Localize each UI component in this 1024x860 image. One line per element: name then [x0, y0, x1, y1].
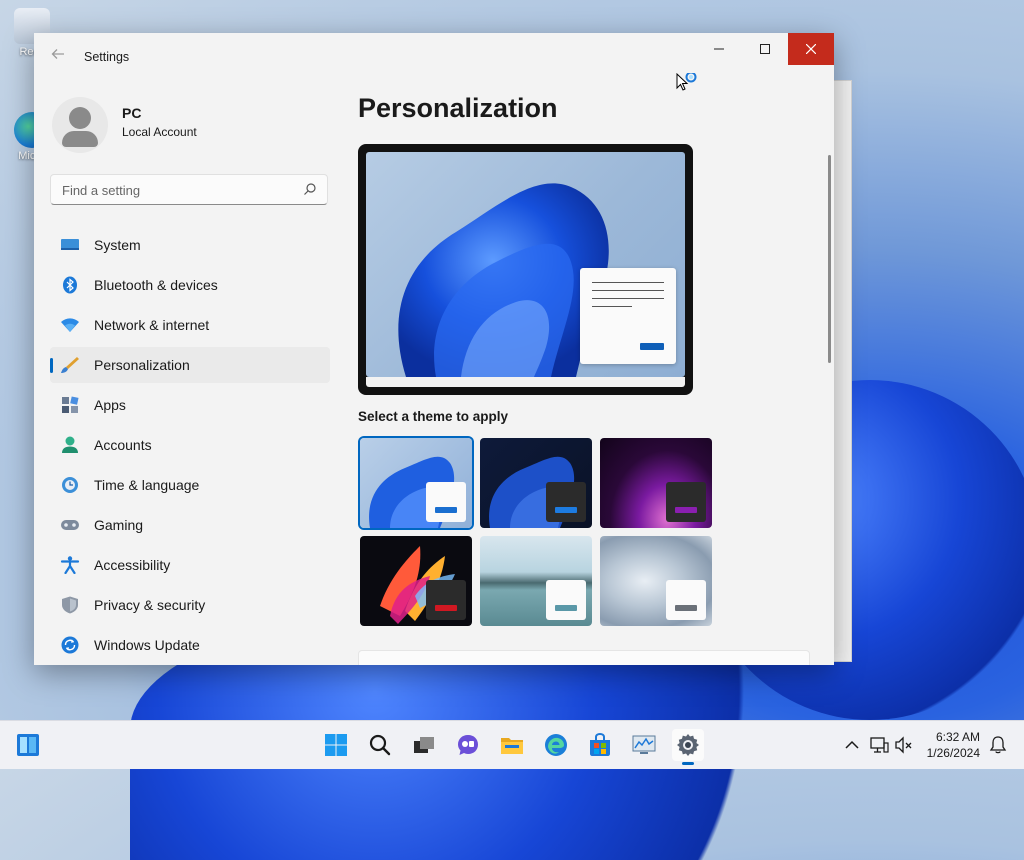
- notifications-icon[interactable]: [988, 735, 1008, 755]
- system-clock[interactable]: 6:32 AM 1/26/2024: [914, 729, 980, 761]
- windows-update-icon: [61, 636, 79, 654]
- sidebar-item-label: Apps: [94, 397, 126, 413]
- clock-time: 6:32 AM: [935, 730, 980, 744]
- sidebar-item-system[interactable]: System: [50, 227, 330, 263]
- volume-muted-icon[interactable]: [894, 735, 914, 755]
- sidebar-item-label: Bluetooth & devices: [94, 277, 218, 293]
- search-input[interactable]: [60, 182, 294, 199]
- sidebar-item-label: Windows Update: [94, 637, 200, 653]
- monitor-app-icon: [632, 735, 656, 754]
- profile-account-type: Local Account: [122, 125, 197, 139]
- sidebar-item-time-language[interactable]: Time & language: [50, 467, 330, 503]
- chat-button[interactable]: [452, 729, 484, 761]
- title-bar[interactable]: Settings: [34, 33, 834, 81]
- sidebar-item-bluetooth[interactable]: Bluetooth & devices: [50, 267, 330, 303]
- minimize-icon: [714, 48, 724, 50]
- maximize-icon: [760, 44, 770, 54]
- widgets-button[interactable]: [12, 729, 44, 761]
- sidebar-item-accounts[interactable]: Accounts: [50, 427, 330, 463]
- preview-wallpaper: [366, 152, 685, 377]
- theme-preview: [358, 144, 693, 395]
- sidebar-item-label: Personalization: [94, 357, 190, 373]
- gaming-icon: [61, 520, 79, 530]
- settings-card[interactable]: [358, 650, 810, 665]
- close-icon: [805, 43, 817, 55]
- sidebar-item-gaming[interactable]: Gaming: [50, 507, 330, 543]
- network-status-icon[interactable]: [869, 735, 889, 755]
- file-explorer-button[interactable]: [496, 729, 528, 761]
- search-box[interactable]: [50, 174, 328, 205]
- store-icon: [590, 733, 610, 756]
- themes-section-label: Select a theme to apply: [358, 409, 509, 424]
- sidebar-nav: System Bluetooth & devices Network & int…: [50, 227, 330, 665]
- store-button[interactable]: [584, 729, 616, 761]
- sidebar-item-label: Accounts: [94, 437, 152, 453]
- theme-sunrise[interactable]: [480, 536, 592, 626]
- file-explorer-icon: [501, 738, 523, 754]
- shield-icon: [62, 596, 78, 614]
- arrow-left-icon: [51, 49, 64, 59]
- settings-window: Settings PC Local Account System Bluetoo…: [34, 33, 834, 665]
- settings-icon: [677, 734, 699, 756]
- monitor-app-button[interactable]: [628, 729, 660, 761]
- content-scrollbar[interactable]: [828, 155, 831, 363]
- sidebar-item-label: Accessibility: [94, 557, 171, 573]
- widgets-icon: [17, 734, 39, 756]
- profile-name: PC: [122, 105, 142, 121]
- theme-flow[interactable]: [600, 536, 712, 626]
- sidebar-item-personalization[interactable]: Personalization: [50, 347, 330, 383]
- time-language-icon: [62, 477, 78, 493]
- brush-icon: [61, 357, 79, 373]
- theme-windows-dark[interactable]: [480, 438, 592, 528]
- sidebar-item-apps[interactable]: Apps: [50, 387, 330, 423]
- apps-icon: [62, 396, 79, 413]
- start-icon: [325, 734, 347, 756]
- system-icon: [61, 239, 79, 250]
- show-hidden-icons-chevron-icon[interactable]: [842, 735, 862, 755]
- task-view-icon: [414, 737, 434, 753]
- theme-glow[interactable]: [600, 438, 712, 528]
- sidebar-item-label: System: [94, 237, 141, 253]
- avatar: [52, 97, 108, 153]
- busy-cursor-icon: [676, 73, 697, 91]
- sidebar-item-privacy-security[interactable]: Privacy & security: [50, 587, 330, 623]
- accounts-icon: [62, 436, 78, 453]
- accessibility-icon: [60, 556, 80, 574]
- sidebar-item-label: Privacy & security: [94, 597, 206, 613]
- profile-section[interactable]: PC Local Account: [52, 97, 197, 153]
- close-button[interactable]: [788, 33, 834, 65]
- window-title: Settings: [84, 50, 130, 64]
- theme-windows-light[interactable]: [360, 438, 472, 528]
- start-button[interactable]: [320, 729, 352, 761]
- chat-icon: [458, 735, 478, 755]
- network-icon: [61, 318, 79, 332]
- sidebar-item-label: Network & internet: [94, 317, 210, 333]
- preview-taskbar: [366, 377, 685, 387]
- sidebar-item-label: Gaming: [94, 517, 144, 533]
- search-icon: [304, 183, 316, 195]
- task-view-button[interactable]: [408, 729, 440, 761]
- sidebar-item-accessibility[interactable]: Accessibility: [50, 547, 330, 583]
- sidebar-item-label: Time & language: [94, 477, 200, 493]
- preview-window-card: [580, 268, 676, 364]
- taskbar: 6:32 AM 1/26/2024: [0, 720, 1024, 769]
- theme-captured-motion[interactable]: [360, 536, 472, 626]
- search-button[interactable]: [364, 729, 396, 761]
- sidebar-item-windows-update[interactable]: Windows Update: [50, 627, 330, 663]
- search-icon: [369, 734, 391, 756]
- minimize-button[interactable]: [696, 33, 742, 65]
- bluetooth-icon: [63, 276, 77, 294]
- page-title: Personalization: [358, 93, 558, 123]
- edge-icon: [545, 734, 567, 756]
- back-button[interactable]: [48, 47, 68, 67]
- settings-taskbar-button[interactable]: [672, 729, 704, 765]
- clock-date: 1/26/2024: [926, 746, 980, 760]
- maximize-button[interactable]: [742, 33, 788, 65]
- edge-button[interactable]: [540, 729, 572, 761]
- sidebar-item-network[interactable]: Network & internet: [50, 307, 330, 343]
- main-content: Personalization Select a theme to apply: [358, 81, 826, 665]
